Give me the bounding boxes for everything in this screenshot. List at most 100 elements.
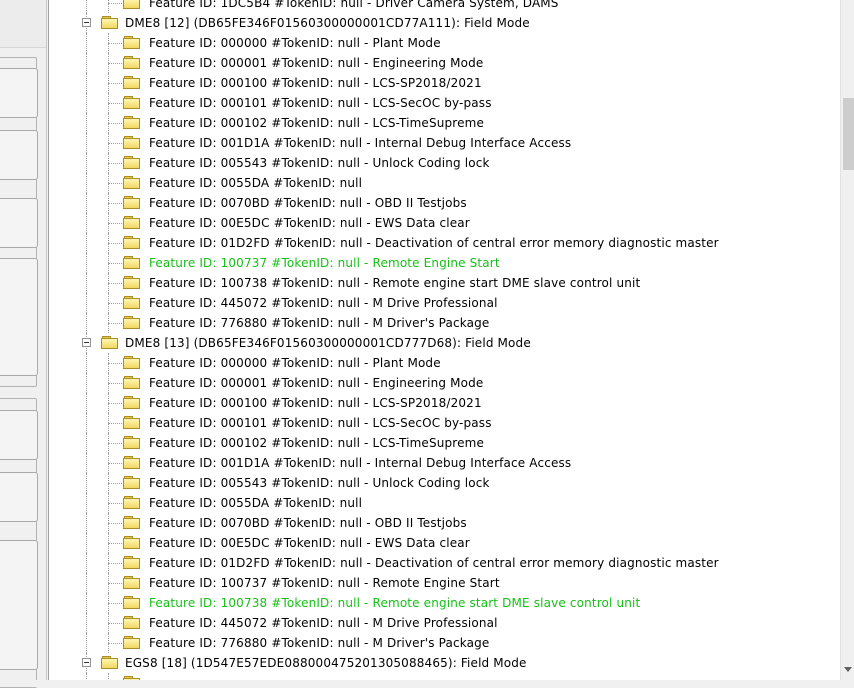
tree-node-label[interactable]: Feature ID: 001D1A #TokenID: null - Inte…	[149, 133, 571, 153]
tree-node-feature[interactable]: Feature ID: 100738 #TokenID: null - Remo…	[49, 273, 839, 293]
left-control-2[interactable]	[0, 130, 38, 180]
tree-node-feature[interactable]: Feature ID: 01D2FD #TokenID: null - Deac…	[49, 233, 839, 253]
tree-node-feature[interactable]: Feature ID: 000101 #TokenID: null - LCS-…	[49, 413, 839, 433]
tree-node-feature[interactable]: Feature ID: 005543 #TokenID: null - Unlo…	[49, 153, 839, 173]
tree-node-label[interactable]: Feature ID: 00E5DC #TokenID: null - EWS …	[149, 533, 470, 553]
tree-node-label[interactable]: Feature ID: 00E5DC #TokenID: null - EWS …	[149, 213, 470, 233]
scrollbar-thumb[interactable]	[843, 98, 854, 170]
tree-node-feature[interactable]: Feature ID: 001D1A #TokenID: null - Inte…	[49, 133, 839, 153]
tree-node-label[interactable]: Feature ID: 000000 #TokenID: null - Plan…	[149, 33, 441, 53]
tree-node-feature[interactable]: Feature ID: 776880 #TokenID: null - M Dr…	[49, 633, 839, 653]
tree-node-label[interactable]: Feature ID: 000101 #TokenID: null - LCS-…	[149, 413, 492, 433]
left-control-5[interactable]	[0, 410, 38, 460]
tree-node-label[interactable]: Feature ID: 000100 #TokenID: null - LCS-…	[149, 393, 482, 413]
tree-guide-line	[86, 193, 87, 213]
tree-node-feature[interactable]: Feature ID: 776880 #TokenID: null - M Dr…	[49, 313, 839, 333]
tree-branch-line	[108, 443, 122, 444]
tree-node-feature[interactable]: Feature ID: 000102 #TokenID: null - LCS-…	[49, 433, 839, 453]
folder-icon	[123, 75, 141, 90]
tree-node-label[interactable]: Feature ID: 005543 #TokenID: null - Unlo…	[149, 473, 490, 493]
tree-node-feature[interactable]: Feature ID: 000101 #TokenID: null - LCS-…	[49, 93, 839, 113]
tree-node-feature[interactable]: Feature ID: 01D2FD #TokenID: null - Deac…	[49, 553, 839, 573]
left-control-6[interactable]	[0, 472, 38, 522]
tree-node-label[interactable]: Feature ID: 776880 #TokenID: null - M Dr…	[149, 633, 489, 653]
tree-node-feature[interactable]: Feature ID: 000100 #TokenID: null - LCS-…	[49, 73, 839, 93]
collapse-minus-icon[interactable]	[82, 658, 91, 667]
tree-node-module[interactable]: DME8 [12] (DB65FE346F01560300000001CD77A…	[49, 13, 839, 33]
collapse-minus-icon[interactable]	[82, 338, 91, 347]
left-panel-top-bar	[0, 0, 46, 48]
tree-node-feature[interactable]: Feature ID: 0055DA #TokenID: null	[49, 173, 839, 193]
tree-node-label[interactable]: Feature ID: 000102 #TokenID: null - LCS-…	[149, 433, 484, 453]
left-control-4[interactable]	[0, 258, 38, 376]
tree-node-label[interactable]: DME8 [12] (DB65FE346F01560300000001CD77A…	[125, 13, 530, 33]
tree-guide-line	[86, 53, 87, 73]
tree-node-label[interactable]: Feature ID: 445072 #TokenID: null - M Dr…	[149, 613, 498, 633]
tree-node-module[interactable]: EGS8 [18] (1D547E57EDE088000475201305088…	[49, 653, 839, 673]
tree-node-label[interactable]: Feature ID: 01D2FD #TokenID: null - Deac…	[149, 233, 719, 253]
folder-icon	[123, 255, 141, 270]
tree-node-label[interactable]: Feature ID: 100737 #TokenID: null - Remo…	[149, 253, 500, 273]
tree-node-feature[interactable]: Feature ID: 00E5DC #TokenID: null - EWS …	[49, 533, 839, 553]
tree-node-feature[interactable]: Feature ID: 100738 #TokenID: null - Remo…	[49, 593, 839, 613]
tree-node-label[interactable]: Feature ID: 100737 #TokenID: null - Remo…	[149, 573, 500, 593]
tree-node-label[interactable]: Feature ID: 0070BD #TokenID: null - OBD …	[149, 193, 467, 213]
tree-node-label[interactable]: Feature ID: 0055DA #TokenID: null	[149, 493, 362, 513]
tree-node-feature[interactable]: Feature ID: 0070BD #TokenID: null - OBD …	[49, 513, 839, 533]
tree-node-feature[interactable]: Feature ID: 000001 #TokenID: null - Engi…	[49, 373, 839, 393]
tree-node-label[interactable]: Feature ID: 000001 #TokenID: null - Engi…	[149, 53, 483, 73]
tree-guide-line	[86, 253, 87, 273]
tree-node-feature[interactable]: Feature ID: 00E5DC #TokenID: null - EWS …	[49, 213, 839, 233]
tree-guide-line	[108, 413, 109, 433]
left-panel	[0, 0, 47, 688]
tree-node-label[interactable]: Feature ID: 776880 #TokenID: null - M Dr…	[149, 313, 489, 333]
tree-node-label[interactable]: Feature ID: 000100 #TokenID: null - LCS-…	[149, 73, 482, 93]
folder-icon	[123, 575, 141, 590]
folder-icon	[123, 375, 141, 390]
left-control-7[interactable]	[0, 540, 38, 670]
tree-node-feature[interactable]: Feature ID: 000001 #TokenID: null - Engi…	[49, 53, 839, 73]
tree-node-feature[interactable]: Feature ID: 445072 #TokenID: null - M Dr…	[49, 613, 839, 633]
tree-node-label[interactable]: Feature ID: 0070BD #TokenID: null - OBD …	[149, 513, 467, 533]
tree-node-feature[interactable]: Feature ID: 000102 #TokenID: null - LCS-…	[49, 113, 839, 133]
tree-node-label[interactable]: Feature ID: 000000 #TokenID: null - Plan…	[149, 353, 441, 373]
tree-branch-line	[108, 543, 122, 544]
tree-node-label[interactable]: Feature ID: 000001 #TokenID: null - Engi…	[149, 373, 483, 393]
tree-guide-line	[86, 233, 87, 253]
tree-guide-line	[108, 433, 109, 453]
feature-tree-view[interactable]: Feature ID: 1DC5B4 #TokenID: null - Driv…	[48, 0, 841, 681]
tree-node-feature[interactable]: Feature ID: 0055DA #TokenID: null	[49, 493, 839, 513]
left-control-3[interactable]	[0, 198, 38, 248]
tree-node-feature[interactable]: Feature ID: 000100 #TokenID: null - LCS-…	[49, 393, 839, 413]
tree-node-feature[interactable]: Feature ID: 445072 #TokenID: null - M Dr…	[49, 293, 839, 313]
collapse-minus-icon[interactable]	[82, 18, 91, 27]
tree-node-label[interactable]: Feature ID: 445072 #TokenID: null - M Dr…	[149, 293, 498, 313]
tree-node-label[interactable]: DME8 [13] (DB65FE346F01560300000001CD777…	[125, 333, 531, 353]
tree-node-label[interactable]: Feature ID: 100738 #TokenID: null - Remo…	[149, 273, 640, 293]
tree-node-feature[interactable]: Feature ID: 000000 #TokenID: null - Plan…	[49, 353, 839, 373]
tree-node-label[interactable]: Feature ID: 005543 #TokenID: null - Unlo…	[149, 153, 490, 173]
tree-node-feature[interactable]: Feature ID: 001D1A #TokenID: null - Inte…	[49, 453, 839, 473]
tree-node-label[interactable]: Feature ID: 000101 #TokenID: null - LCS-…	[149, 93, 492, 113]
tree-node-label[interactable]: Feature ID: 001D1A #TokenID: null - Inte…	[149, 453, 571, 473]
folder-icon	[123, 315, 141, 330]
tree-node-feature[interactable]: Feature ID: 100737 #TokenID: null - Remo…	[49, 253, 839, 273]
tree-node-feature[interactable]: Feature ID: 005543 #TokenID: null - Unlo…	[49, 473, 839, 493]
tree-node-label[interactable]: Feature ID: 01D2FD #TokenID: null - Deac…	[149, 553, 719, 573]
tree-node-label[interactable]: Feature ID: 000102 #TokenID: null - LCS-…	[149, 113, 484, 133]
tree-node-label[interactable]: EGS8 [18] (1D547E57EDE088000475201305088…	[125, 653, 527, 673]
left-control-1[interactable]	[0, 68, 38, 118]
tree-node-feature[interactable]: Feature ID: 0070BD #TokenID: null - OBD …	[49, 193, 839, 213]
tree-node-label[interactable]: Feature ID: 100738 #TokenID: null - Remo…	[149, 593, 640, 613]
vertical-scrollbar[interactable]	[840, 0, 854, 680]
tree-guide-line	[108, 113, 109, 133]
tree-node-feature[interactable]: Feature ID: 100737 #TokenID: null - Remo…	[49, 573, 839, 593]
folder-icon	[123, 55, 141, 70]
tree-guide-line	[108, 253, 109, 273]
tree-node-feature[interactable]: Feature ID: 000000 #TokenID: null - Plan…	[49, 33, 839, 53]
tree-node-label[interactable]: Feature ID: 0055DA #TokenID: null	[149, 173, 362, 193]
tree-node-label[interactable]: Feature ID: 1DC5B4 #TokenID: null - Driv…	[149, 0, 559, 13]
tree-node-module[interactable]: DME8 [13] (DB65FE346F01560300000001CD777…	[49, 333, 839, 353]
scroll-down-arrow-icon[interactable]	[844, 667, 852, 672]
tree-node-feature[interactable]: Feature ID: 1DC5B4 #TokenID: null - Driv…	[49, 0, 839, 13]
